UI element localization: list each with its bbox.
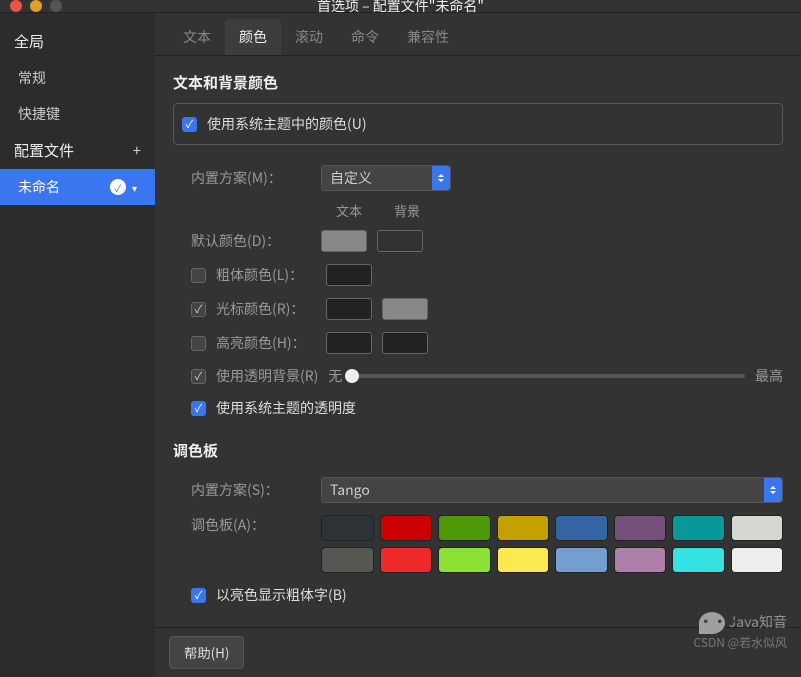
use-system-frame: ✓ 使用系统主题中的颜色(U) [173,103,783,145]
section-palette: 调色板 [173,440,783,461]
palette-swatch-10[interactable] [438,547,491,573]
default-color-label: 默认颜色(D)： [191,231,311,251]
bright-bold-checkbox[interactable]: ✓ [191,588,206,603]
palette-swatch-9[interactable] [380,547,433,573]
palette-swatch-14[interactable] [672,547,725,573]
palette-swatch-8[interactable] [321,547,374,573]
titlebar: 首选项 – 配置文件"未命名" [0,0,801,13]
use-system-colors-label: 使用系统主题中的颜色(U) [207,114,367,134]
maximize-icon [50,0,62,12]
column-headers: 文本 背景 [329,197,783,224]
palette-swatch-12[interactable] [555,547,608,573]
highlight-bg-swatch[interactable] [382,332,428,354]
section-text-bg: 文本和背景颜色 [173,72,783,93]
palette-swatch-7[interactable] [731,515,784,541]
chevron-updown-icon [764,478,782,502]
sidebar-item-profile[interactable]: 未命名 ✓ ▾ [0,169,155,205]
cursor-color-checkbox[interactable] [191,302,206,317]
palette-scheme-value: Tango [330,480,370,500]
sidebar-item-shortcuts[interactable]: 快捷键 [0,96,155,132]
tab-scroll[interactable]: 滚动 [281,19,337,55]
tab-compat[interactable]: 兼容性 [393,19,463,55]
use-system-colors-checkbox[interactable]: ✓ [182,117,197,132]
tab-color[interactable]: 颜色 [225,19,281,55]
help-button[interactable]: 帮助(H) [169,636,244,669]
use-system-trans-checkbox[interactable]: ✓ [191,401,206,416]
palette-label: 调色板(A)： [191,515,311,535]
palette-swatch-6[interactable] [672,515,725,541]
footer: 帮助(H) [155,627,801,677]
tab-text[interactable]: 文本 [169,19,225,55]
palette-swatch-3[interactable] [497,515,550,541]
slider-thumb[interactable] [345,369,359,383]
highlight-color-label: 高亮颜色(H)： [216,333,316,353]
palette-swatch-5[interactable] [614,515,667,541]
sidebar-item-general[interactable]: 常规 [0,60,155,96]
window-controls [10,0,62,12]
window-title: 首选项 – 配置文件"未命名" [317,0,484,16]
cursor-bg-swatch[interactable] [382,298,428,320]
palette-swatch-11[interactable] [497,547,550,573]
transparency-slider[interactable] [352,374,745,378]
close-icon[interactable] [10,0,22,12]
sidebar-section-global: 全局 [0,23,155,60]
palette-swatch-15[interactable] [731,547,784,573]
tab-command[interactable]: 命令 [337,19,393,55]
palette-swatch-13[interactable] [614,547,667,573]
transparent-bg-label: 使用透明背景(R) [216,366,318,386]
bold-text-swatch[interactable] [326,264,372,286]
highlight-text-swatch[interactable] [326,332,372,354]
chevron-down-icon[interactable]: ▾ [132,180,137,195]
bright-bold-label: 以亮色显示粗体字(B) [216,585,347,605]
builtin-scheme-value: 自定义 [330,168,372,188]
bold-color-label: 粗体颜色(L)： [216,265,316,285]
sidebar: 全局 常规 快捷键 配置文件 + 未命名 ✓ ▾ [0,13,155,677]
builtin-scheme-dropdown[interactable]: 自定义 [321,165,451,191]
palette-swatch-1[interactable] [380,515,433,541]
slider-max-label: 最高 [755,366,783,386]
use-system-trans-label: 使用系统主题的透明度 [216,398,356,418]
minimize-icon[interactable] [30,0,42,12]
chevron-updown-icon [432,166,450,190]
profiles-label: 配置文件 [14,140,74,161]
default-text-swatch[interactable] [321,230,367,252]
col-text-label: 文本 [329,201,369,220]
panel: 文本和背景颜色 ✓ 使用系统主题中的颜色(U) 内置方案(M)： 自定义 文本 [155,56,801,627]
cursor-color-label: 光标颜色(R)： [216,299,316,319]
palette-swatch-2[interactable] [438,515,491,541]
sidebar-section-profiles: 配置文件 + [0,132,155,169]
palette-swatch-0[interactable] [321,515,374,541]
builtin-scheme-label: 内置方案(M)： [191,168,311,188]
profile-name-label: 未命名 [18,177,60,197]
slider-min-label: 无 [328,366,342,386]
palette-scheme-dropdown[interactable]: Tango [321,477,783,503]
default-bg-swatch[interactable] [377,230,423,252]
palette-grid [321,515,783,573]
highlight-color-checkbox[interactable] [191,336,206,351]
palette-scheme-label: 内置方案(S)： [191,480,311,500]
add-profile-icon[interactable]: + [133,140,141,161]
bold-color-checkbox[interactable] [191,268,206,283]
tabs: 文本 颜色 滚动 命令 兼容性 [155,13,801,56]
check-icon: ✓ [110,179,126,195]
palette-swatch-4[interactable] [555,515,608,541]
transparent-bg-checkbox[interactable] [191,369,206,384]
cursor-text-swatch[interactable] [326,298,372,320]
col-bg-label: 背景 [387,201,427,220]
